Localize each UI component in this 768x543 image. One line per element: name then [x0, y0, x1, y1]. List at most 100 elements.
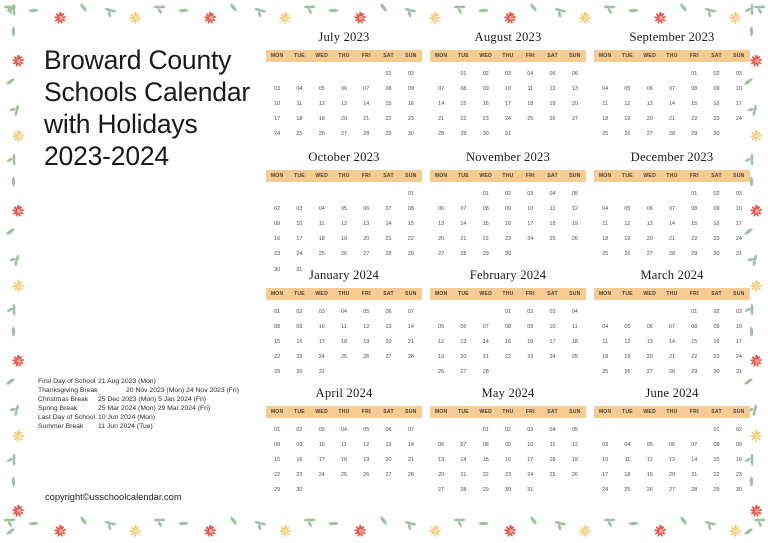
- day-cell[interactable]: 18: [541, 216, 563, 231]
- day-cell[interactable]: 09: [705, 319, 727, 334]
- day-cell[interactable]: 05: [430, 319, 452, 334]
- day-cell[interactable]: 11: [541, 437, 563, 452]
- day-cell[interactable]: 10: [541, 319, 563, 334]
- day-cell[interactable]: 07: [661, 81, 683, 96]
- day-cell[interactable]: 27: [564, 112, 586, 127]
- day-cell[interactable]: 27: [639, 127, 661, 142]
- day-cell[interactable]: 27: [452, 365, 474, 380]
- day-cell[interactable]: 16: [705, 334, 727, 349]
- day-cell[interactable]: 10: [266, 96, 288, 111]
- day-cell[interactable]: 11: [541, 201, 563, 216]
- day-cell[interactable]: 14: [452, 216, 474, 231]
- day-cell[interactable]: 08: [475, 437, 497, 452]
- day-cell[interactable]: 22: [266, 350, 288, 365]
- day-cell[interactable]: 30: [288, 365, 310, 380]
- day-cell[interactable]: 29: [266, 365, 288, 380]
- day-cell[interactable]: 10: [728, 81, 750, 96]
- day-cell[interactable]: 27: [430, 247, 452, 262]
- day-cell[interactable]: 28: [430, 127, 452, 142]
- day-cell[interactable]: 16: [497, 452, 519, 467]
- day-cell[interactable]: 04: [333, 422, 355, 437]
- day-cell[interactable]: 24: [288, 247, 310, 262]
- day-cell[interactable]: 13: [430, 216, 452, 231]
- day-cell[interactable]: 22: [683, 112, 705, 127]
- day-cell[interactable]: 12: [616, 96, 638, 111]
- day-cell[interactable]: 02: [288, 422, 310, 437]
- day-cell[interactable]: 04: [594, 319, 616, 334]
- month-block[interactable]: November 2023 MON TUE WED THU FRI SAT SUN 01 02 0…: [426, 150, 590, 268]
- day-cell[interactable]: 16: [288, 452, 310, 467]
- day-cell[interactable]: 18: [564, 334, 586, 349]
- day-cell[interactable]: 27: [333, 127, 355, 142]
- day-cell[interactable]: 07: [400, 422, 422, 437]
- day-cell[interactable]: 23: [705, 350, 727, 365]
- day-cell[interactable]: 04: [519, 66, 541, 81]
- day-cell[interactable]: 21: [400, 452, 422, 467]
- day-cell[interactable]: 17: [519, 216, 541, 231]
- day-cell[interactable]: 17: [541, 334, 563, 349]
- day-cell[interactable]: 27: [355, 247, 377, 262]
- day-cell[interactable]: 21: [661, 112, 683, 127]
- day-cell[interactable]: 15: [475, 452, 497, 467]
- day-cell[interactable]: 10: [728, 319, 750, 334]
- day-cell[interactable]: 25: [541, 468, 563, 483]
- day-cell[interactable]: 07: [452, 201, 474, 216]
- day-cell[interactable]: 26: [616, 127, 638, 142]
- day-cell[interactable]: 20: [430, 468, 452, 483]
- day-cell[interactable]: 29: [266, 483, 288, 498]
- day-cell[interactable]: 13: [639, 334, 661, 349]
- day-cell[interactable]: 22: [683, 350, 705, 365]
- day-cell[interactable]: 05: [564, 422, 586, 437]
- day-cell[interactable]: 27: [639, 247, 661, 262]
- day-cell[interactable]: 31: [497, 127, 519, 142]
- day-cell[interactable]: 23: [497, 232, 519, 247]
- day-cell[interactable]: 02: [728, 422, 750, 437]
- day-cell[interactable]: 18: [594, 112, 616, 127]
- day-cell[interactable]: 09: [400, 81, 422, 96]
- day-cell[interactable]: 04: [311, 201, 333, 216]
- day-cell[interactable]: 29: [475, 483, 497, 498]
- day-cell[interactable]: 01: [266, 422, 288, 437]
- day-cell[interactable]: 28: [661, 365, 683, 380]
- day-cell[interactable]: 19: [333, 232, 355, 247]
- day-cell[interactable]: 20: [639, 232, 661, 247]
- day-cell[interactable]: 03: [728, 304, 750, 319]
- day-cell[interactable]: 06: [430, 437, 452, 452]
- day-cell[interactable]: 30: [400, 127, 422, 142]
- day-cell[interactable]: 11: [594, 334, 616, 349]
- day-cell[interactable]: 30: [705, 247, 727, 262]
- day-cell[interactable]: 06: [452, 319, 474, 334]
- day-cell[interactable]: 17: [728, 334, 750, 349]
- day-cell[interactable]: 26: [564, 468, 586, 483]
- day-cell[interactable]: 11: [564, 319, 586, 334]
- month-block[interactable]: February 2024 MON TUE WED THU FRI SAT SUN 01 02 0…: [426, 268, 590, 386]
- day-cell[interactable]: 30: [497, 483, 519, 498]
- day-cell[interactable]: 23: [266, 247, 288, 262]
- day-cell[interactable]: 01: [400, 186, 422, 201]
- day-cell[interactable]: 24: [728, 350, 750, 365]
- day-cell[interactable]: 17: [311, 452, 333, 467]
- day-cell[interactable]: 24: [311, 350, 333, 365]
- day-cell[interactable]: 11: [616, 452, 638, 467]
- day-cell[interactable]: 26: [430, 365, 452, 380]
- day-cell[interactable]: 23: [705, 112, 727, 127]
- day-cell[interactable]: 04: [616, 437, 638, 452]
- day-cell[interactable]: 26: [541, 112, 563, 127]
- day-cell[interactable]: 09: [288, 437, 310, 452]
- month-block[interactable]: August 2023 MON TUE WED THU FRI SAT SUN 01 02 03 0…: [426, 30, 590, 150]
- day-cell[interactable]: 21: [683, 468, 705, 483]
- day-cell[interactable]: 08: [683, 81, 705, 96]
- day-cell[interactable]: 17: [497, 96, 519, 111]
- day-cell[interactable]: 19: [616, 112, 638, 127]
- day-cell[interactable]: 28: [377, 247, 399, 262]
- day-cell[interactable]: 18: [519, 96, 541, 111]
- day-cell[interactable]: 08: [683, 201, 705, 216]
- day-cell[interactable]: 10: [519, 201, 541, 216]
- day-cell[interactable]: 29: [475, 247, 497, 262]
- day-cell[interactable]: 20: [355, 232, 377, 247]
- day-cell[interactable]: 10: [311, 437, 333, 452]
- day-cell[interactable]: 28: [683, 483, 705, 498]
- day-cell[interactable]: 02: [705, 66, 727, 81]
- day-cell[interactable]: 03: [311, 304, 333, 319]
- day-cell[interactable]: 11: [288, 96, 310, 111]
